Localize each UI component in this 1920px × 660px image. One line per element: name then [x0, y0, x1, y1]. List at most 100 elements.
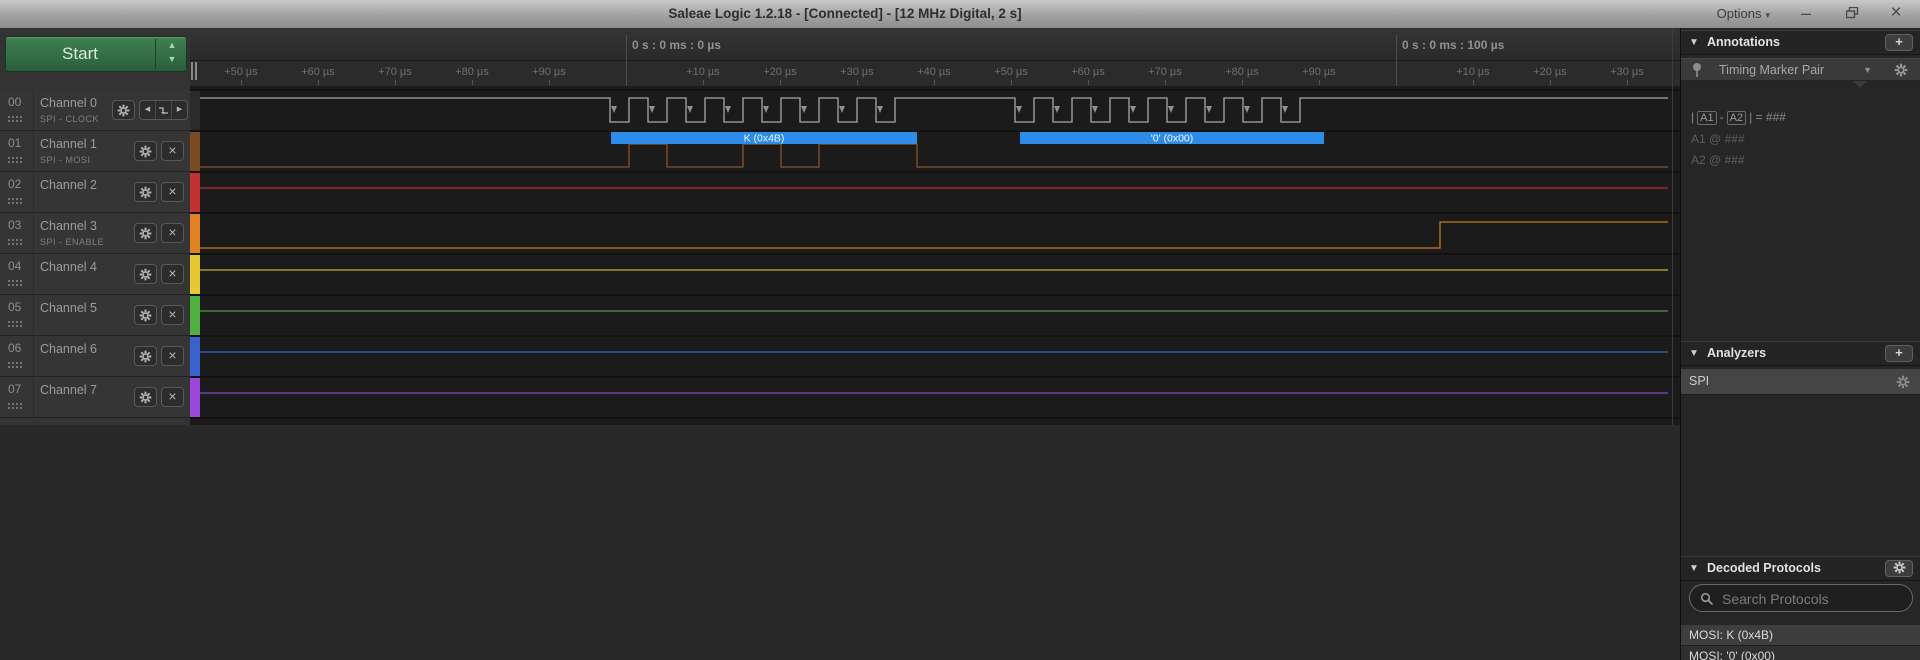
marker-dropdown-icon[interactable]: ▼ [1863, 65, 1872, 75]
ruler-grip-icon[interactable] [195, 62, 197, 80]
options-menu-button[interactable]: Options ▾ [1717, 0, 1770, 28]
channel-panel: Start ▲ ▼ 00 Channel 0 SPI - CLOCK ◀ ▶ 0… [0, 28, 190, 425]
time-ruler[interactable]: +50 µs +60 µs +70 µs +80 µs +90 µs +10 µs +20 … [190, 28, 1680, 86]
channel-settings-button[interactable] [134, 346, 157, 366]
collapse-triangle-icon[interactable]: ▼ [1689, 348, 1699, 359]
channel-row-06[interactable]: 06 Channel 6 × [0, 336, 190, 377]
decode-bubble-label: K (0x4B) [744, 133, 785, 145]
row-divider [33, 90, 34, 130]
a2-chip: A2 [1726, 111, 1747, 125]
channel-row-04[interactable]: 04 Channel 4 × [0, 254, 190, 295]
channel-row-03[interactable]: 03 Channel 3 SPI - ENABLE × [0, 213, 190, 254]
channel-remove-button[interactable]: × [161, 264, 184, 284]
drag-handle-dots-icon[interactable] [7, 402, 22, 409]
sample-point-arrow-icon [1206, 106, 1212, 113]
side-panel: ▼ Annotations + Timing Marker Pair ▼ | A1… [1680, 28, 1920, 660]
tick-label: +80 µs [1225, 66, 1259, 78]
a2-value: ### [1724, 153, 1745, 167]
drag-handle-dots-icon[interactable] [7, 361, 22, 368]
channel-remove-button[interactable]: × [161, 346, 184, 366]
row-divider [33, 295, 34, 335]
channel-settings-button[interactable] [112, 100, 135, 120]
minimize-button[interactable]: – [1784, 0, 1828, 27]
tick-mark [395, 80, 396, 85]
trigger-button-group[interactable]: ◀ ▶ [139, 100, 188, 120]
analyzers-header[interactable]: ▼ Analyzers + [1681, 341, 1920, 366]
channel-settings-button[interactable] [134, 264, 157, 284]
channel-row-05[interactable]: 05 Channel 5 × [0, 295, 190, 336]
ruler-grip-icon[interactable] [191, 62, 193, 80]
drag-handle-dots-icon[interactable] [7, 238, 22, 245]
drag-handle-dots-icon[interactable] [7, 197, 22, 204]
collapse-triangle-icon[interactable]: ▼ [1689, 563, 1699, 574]
channel-settings-button[interactable] [134, 182, 157, 202]
drag-handle-dots-icon[interactable] [7, 115, 22, 122]
major-time-label: 0 s : 0 ms : 0 µs [632, 38, 721, 52]
channel-remove-button[interactable]: × [161, 305, 184, 325]
channel-remove-button[interactable]: × [161, 223, 184, 243]
restore-button[interactable] [1830, 0, 1874, 27]
channel-number: 06 [8, 341, 22, 355]
start-options-toggle[interactable]: ▲ ▼ [158, 37, 186, 71]
sample-point-arrow-icon [611, 106, 617, 113]
channel-number: 05 [8, 300, 22, 314]
drag-handle-dots-icon[interactable] [7, 320, 22, 327]
channel-name: Channel 6 [40, 342, 97, 356]
close-button[interactable]: × [1874, 0, 1918, 27]
tick-label: +80 µs [455, 66, 489, 78]
channel-settings-button[interactable] [134, 141, 157, 161]
analyzer-row-spi[interactable]: SPI [1681, 369, 1920, 395]
channel-remove-button[interactable]: × [161, 141, 184, 161]
channel-name: Channel 5 [40, 301, 97, 315]
trigger-edge-button[interactable] [155, 101, 171, 119]
channel-color-strip [190, 132, 200, 171]
close-icon: × [1890, 2, 1902, 23]
channel-settings-button[interactable] [134, 305, 157, 325]
channel-row-01[interactable]: 01 Channel 1 SPI - MOSI × [0, 131, 190, 172]
tick-mark [1319, 80, 1320, 85]
channel-row-02[interactable]: 02 Channel 2 × [0, 172, 190, 213]
decoded-protocols-gear-button[interactable] [1885, 560, 1913, 577]
waveform-area[interactable]: K (0x4B) '0' (0x00) [190, 86, 1680, 425]
channel-row-07[interactable]: 07 Channel 7 × [0, 377, 190, 418]
timing-marker-pair-row[interactable]: Timing Marker Pair ▼ [1681, 58, 1920, 81]
annotations-header[interactable]: ▼ Annotations + [1681, 30, 1920, 55]
start-capture-button[interactable]: Start ▲ ▼ [5, 36, 187, 72]
marker-gear-icon[interactable] [1894, 63, 1908, 82]
sample-point-arrow-icon [1282, 106, 1288, 113]
tick-label: +60 µs [1071, 66, 1105, 78]
collapse-triangle-icon[interactable]: ▼ [1689, 37, 1699, 48]
decoded-protocol-row[interactable]: MOSI: K (0x4B) [1681, 625, 1920, 646]
gear-icon [1894, 63, 1908, 77]
drag-handle-dots-icon[interactable] [7, 279, 22, 286]
decoded-protocols-header[interactable]: ▼ Decoded Protocols [1681, 556, 1920, 581]
trigger-prev-icon[interactable]: ◀ [140, 101, 155, 119]
channel-remove-button[interactable]: × [161, 182, 184, 202]
sample-point-arrow-icon [1168, 106, 1174, 113]
channel-row-00[interactable]: 00 Channel 0 SPI - CLOCK ◀ ▶ [0, 90, 190, 131]
channel-name: Channel 7 [40, 383, 97, 397]
protocol-search-box[interactable] [1689, 584, 1913, 612]
sample-point-arrow-icon [1092, 106, 1098, 113]
search-protocols-input[interactable] [1720, 587, 1904, 611]
gear-icon [1893, 561, 1905, 574]
add-analyzer-button[interactable]: + [1885, 345, 1913, 362]
analyzer-gear-icon[interactable] [1896, 375, 1910, 394]
gear-icon [117, 104, 130, 117]
channel-analyzer-tag: SPI - CLOCK [40, 114, 100, 124]
tick-mark [1550, 80, 1551, 85]
gear-icon [139, 186, 152, 199]
tick-mark [857, 80, 858, 85]
channel-settings-button[interactable] [134, 223, 157, 243]
drag-handle-dots-icon[interactable] [7, 156, 22, 163]
channel-remove-button[interactable]: × [161, 387, 184, 407]
row-divider [33, 254, 34, 294]
tick-label: +10 µs [1456, 66, 1490, 78]
add-annotation-button[interactable]: + [1885, 34, 1913, 51]
trigger-next-icon[interactable]: ▶ [171, 101, 187, 119]
minimize-icon: – [1800, 3, 1811, 23]
channel-color-strip [190, 214, 200, 253]
tick-mark [318, 80, 319, 85]
channel-settings-button[interactable] [134, 387, 157, 407]
decoded-protocol-row[interactable]: MOSI: '0' (0x00) [1681, 646, 1920, 660]
